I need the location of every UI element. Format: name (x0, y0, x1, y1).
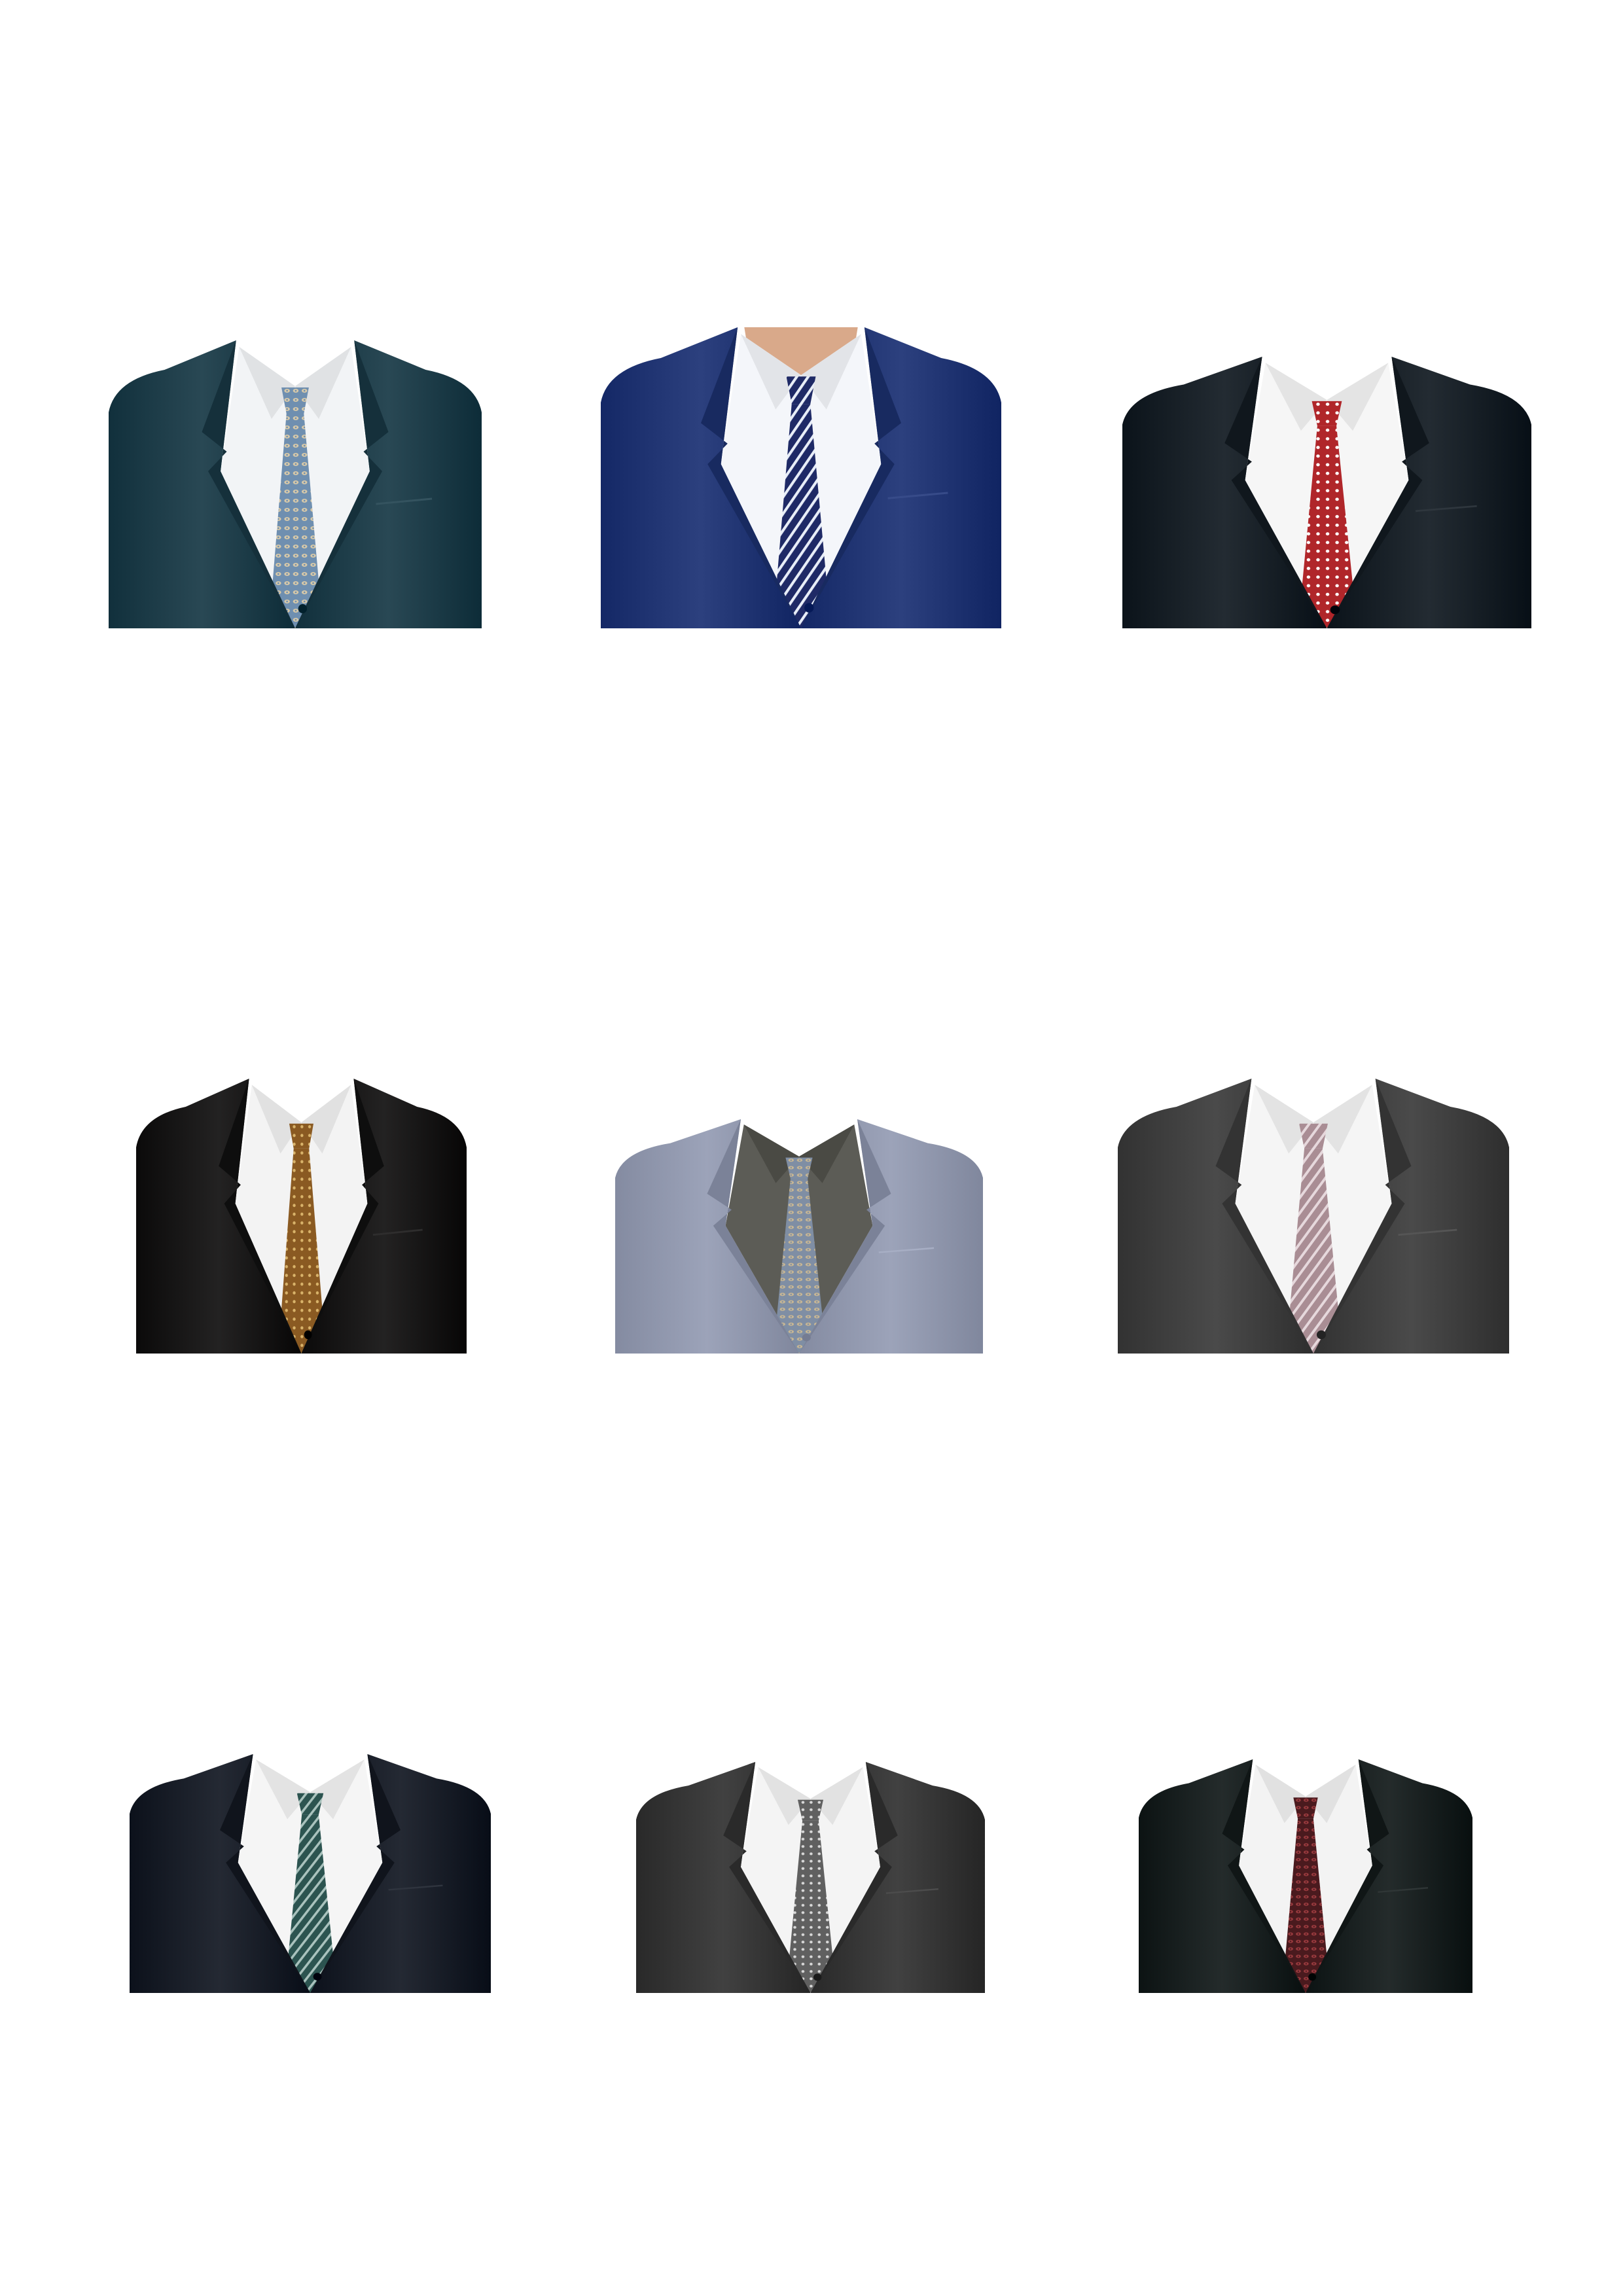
suit-photo-7 (130, 1754, 491, 1993)
suit-photo-9 (1139, 1759, 1472, 1993)
suit-photo-5 (615, 1119, 983, 1354)
button (1316, 1330, 1326, 1340)
suit-photo-4 (136, 1079, 467, 1354)
suit-illustration (130, 1754, 491, 1993)
button (1330, 605, 1340, 615)
suit-illustration (601, 327, 1001, 628)
suit-photo-1 (109, 340, 482, 628)
suit-photo-8 (636, 1762, 985, 1993)
suit-illustration (615, 1119, 983, 1354)
button (813, 1973, 822, 1981)
button (1308, 1973, 1317, 1981)
suit-illustration (1122, 357, 1531, 628)
suit-illustration (1139, 1759, 1472, 1993)
suit-photo-6 (1118, 1079, 1509, 1354)
button (804, 603, 814, 613)
button (304, 1330, 312, 1340)
button (298, 604, 308, 613)
suit-photo-2 (601, 327, 1001, 628)
suit-illustration (1118, 1079, 1509, 1354)
button (802, 1333, 811, 1342)
suit-illustration (636, 1762, 985, 1993)
button (313, 1973, 322, 1981)
suit-illustration (136, 1079, 467, 1354)
suit-illustration (109, 340, 482, 628)
suit-photo-3 (1122, 357, 1531, 628)
